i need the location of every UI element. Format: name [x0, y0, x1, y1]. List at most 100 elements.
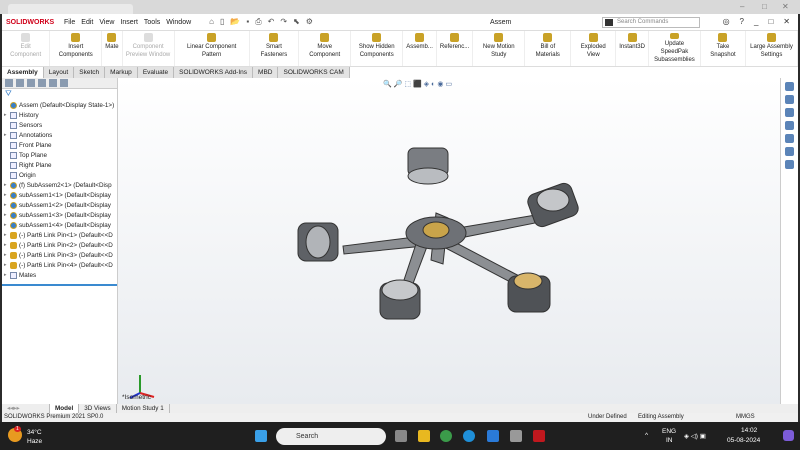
menu-view[interactable]: View — [99, 19, 114, 26]
display-tab[interactable] — [49, 79, 57, 87]
mail-icon[interactable] — [487, 430, 499, 442]
tree-item[interactable]: ▸ subAssem1<2> (Default<Display — [4, 200, 115, 210]
tab-solidworks-add-ins[interactable]: SOLIDWORKS Add-Ins — [174, 67, 254, 78]
file-explorer-icon[interactable] — [785, 108, 794, 117]
tree-item[interactable]: Top Plane — [4, 150, 115, 160]
select-icon[interactable]: ⬉ — [293, 17, 300, 27]
clock-time[interactable]: 14:02 — [741, 427, 757, 434]
tab-sketch[interactable]: Sketch — [74, 67, 106, 78]
taskbar-search[interactable]: Search — [276, 428, 386, 445]
chrome-icon[interactable] — [440, 430, 452, 442]
tree-item[interactable]: Sensors — [4, 120, 115, 130]
tree-item[interactable]: ▸ (-) Part6 Link Pin<3> (Default<<D — [4, 250, 115, 260]
tree-item[interactable]: Right Plane — [4, 160, 115, 170]
home-icon[interactable]: ⌂ — [209, 17, 214, 27]
menu-edit[interactable]: Edit — [81, 19, 93, 26]
menu-tools[interactable]: Tools — [144, 19, 160, 26]
tab-scroll-arrows[interactable]: ◂◂▸▸ — [2, 404, 50, 413]
ribbon-button[interactable]: Assemb... — [403, 31, 437, 66]
ribbon-button[interactable]: Move Component — [299, 31, 352, 66]
ribbon-button[interactable]: Referenc... — [437, 31, 474, 66]
ribbon-button[interactable]: Take Snapshot — [701, 31, 746, 66]
new-icon[interactable]: ▯ — [220, 17, 224, 27]
undo-icon[interactable]: ↶ — [268, 17, 275, 27]
view-palette-icon[interactable] — [785, 121, 794, 130]
tree-item[interactable]: Front Plane — [4, 140, 115, 150]
ribbon-button[interactable]: Edit Component — [2, 31, 51, 66]
menu-window[interactable]: Window — [166, 19, 191, 26]
ribbon-button[interactable]: New Motion Study — [473, 31, 526, 66]
tree-item[interactable]: ▸ (-) Part6 Link Pin<4> (Default<<D — [4, 260, 115, 270]
language[interactable]: ENG — [662, 428, 676, 435]
tree-item[interactable]: ▸ History — [4, 110, 115, 120]
minimize-button[interactable]: _ — [754, 17, 758, 26]
ribbon-button[interactable]: Linear Component Pattern — [175, 31, 250, 66]
tab-mbd[interactable]: MBD — [253, 67, 279, 78]
tab-assembly[interactable]: Assembly — [2, 67, 44, 78]
maximize-button[interactable]: □ — [768, 17, 773, 26]
tree-item[interactable]: ▸ (-) Part6 Link Pin<1> (Default<<D — [4, 230, 115, 240]
redo-icon[interactable]: ↷ — [280, 17, 287, 27]
ribbon-button[interactable]: Mate — [102, 31, 123, 66]
appearances-icon[interactable] — [785, 134, 794, 143]
copilot-icon[interactable] — [783, 430, 794, 441]
ribbon-button[interactable]: Update SpeedPak Subassemblies — [649, 31, 701, 66]
close-button[interactable]: ✕ — [783, 17, 790, 26]
resources-icon[interactable] — [785, 82, 794, 91]
ribbon-button[interactable]: Component Preview Window — [123, 31, 175, 66]
ribbon-button[interactable]: Smart Fasteners — [250, 31, 300, 66]
solidworks-taskbar-icon[interactable] — [533, 430, 545, 442]
tree-item[interactable]: ▸ subAssem1<3> (Default<Display — [4, 210, 115, 220]
file-explorer-taskbar-icon[interactable] — [418, 430, 430, 442]
ribbon-button[interactable]: Bill of Materials — [525, 31, 572, 66]
tree-item[interactable]: Assem (Default<Display State-1>) — [4, 100, 115, 110]
graphics-area[interactable]: 🔍🔎⬚⬛◈◐◉▭ *Isometric — [118, 78, 780, 404]
options-icon[interactable]: ⚙ — [306, 17, 313, 27]
help-icon[interactable]: ? — [740, 17, 744, 26]
clock-date[interactable]: 05-08-2024 — [727, 437, 760, 444]
ribbon-button[interactable]: Exploded View — [571, 31, 617, 66]
open-icon[interactable]: 📂 — [230, 17, 240, 27]
cam-tab[interactable] — [60, 79, 68, 87]
tab-motion-study-1[interactable]: Motion Study 1 — [117, 404, 170, 413]
close-outer[interactable]: ✕ — [782, 2, 789, 11]
menu-file[interactable]: File — [64, 19, 75, 26]
forum-icon[interactable] — [785, 160, 794, 169]
outer-tab[interactable] — [8, 4, 133, 14]
dimxpert-tab[interactable] — [38, 79, 46, 87]
feature-tree-tab[interactable] — [5, 79, 13, 87]
tab-3d-views[interactable]: 3D Views — [79, 404, 117, 413]
ribbon-button[interactable]: Show Hidden Components — [351, 31, 404, 66]
tab-markup[interactable]: Markup — [105, 67, 138, 78]
tree-item[interactable]: ▸ Mates — [4, 270, 115, 280]
rollback-bar[interactable] — [2, 284, 117, 286]
search-commands-input[interactable]: Search Commands — [602, 17, 700, 28]
tree-item[interactable]: ▸ subAssem1<4> (Default<Display — [4, 220, 115, 230]
print-icon[interactable]: ⎙ — [255, 17, 261, 27]
config-tab[interactable] — [27, 79, 35, 87]
app-icon[interactable] — [510, 430, 522, 442]
windows-start-icon[interactable] — [255, 430, 267, 442]
tree-item[interactable]: ▸ (-) Part6 Link Pin<2> (Default<<D — [4, 240, 115, 250]
tree-item[interactable]: ▸ Annotations — [4, 130, 115, 140]
tab-layout[interactable]: Layout — [43, 67, 75, 78]
tree-item[interactable]: ▸ (f) SubAssem2<1> (Default<Disp — [4, 180, 115, 190]
tab-solidworks-cam[interactable]: SOLIDWORKS CAM — [278, 67, 350, 78]
tree-item[interactable]: ▸ subAssem1<1> (Default<Display — [4, 190, 115, 200]
tray-chevron-icon[interactable]: ^ — [645, 432, 648, 439]
network-volume-battery-icons[interactable]: ◈ ◁) ▣ — [684, 432, 706, 440]
property-tab[interactable] — [16, 79, 24, 87]
user-icon[interactable]: ◎ — [723, 17, 730, 26]
units-selector[interactable]: MMGS — [736, 413, 755, 422]
ribbon-button[interactable]: Large Assembly Settings — [746, 31, 798, 66]
tab-evaluate[interactable]: Evaluate — [137, 67, 175, 78]
custom-properties-icon[interactable] — [785, 147, 794, 156]
task-view-icon[interactable] — [395, 430, 407, 442]
menu-insert[interactable]: Insert — [120, 19, 138, 26]
ribbon-button[interactable]: Instant3D — [616, 31, 649, 66]
tree-item[interactable]: Origin — [4, 170, 115, 180]
assembly-model[interactable] — [118, 78, 780, 404]
minimize-outer[interactable]: – — [740, 2, 744, 11]
filter-icon[interactable]: ⛛ — [2, 89, 117, 99]
tab-model[interactable]: Model — [50, 404, 80, 413]
